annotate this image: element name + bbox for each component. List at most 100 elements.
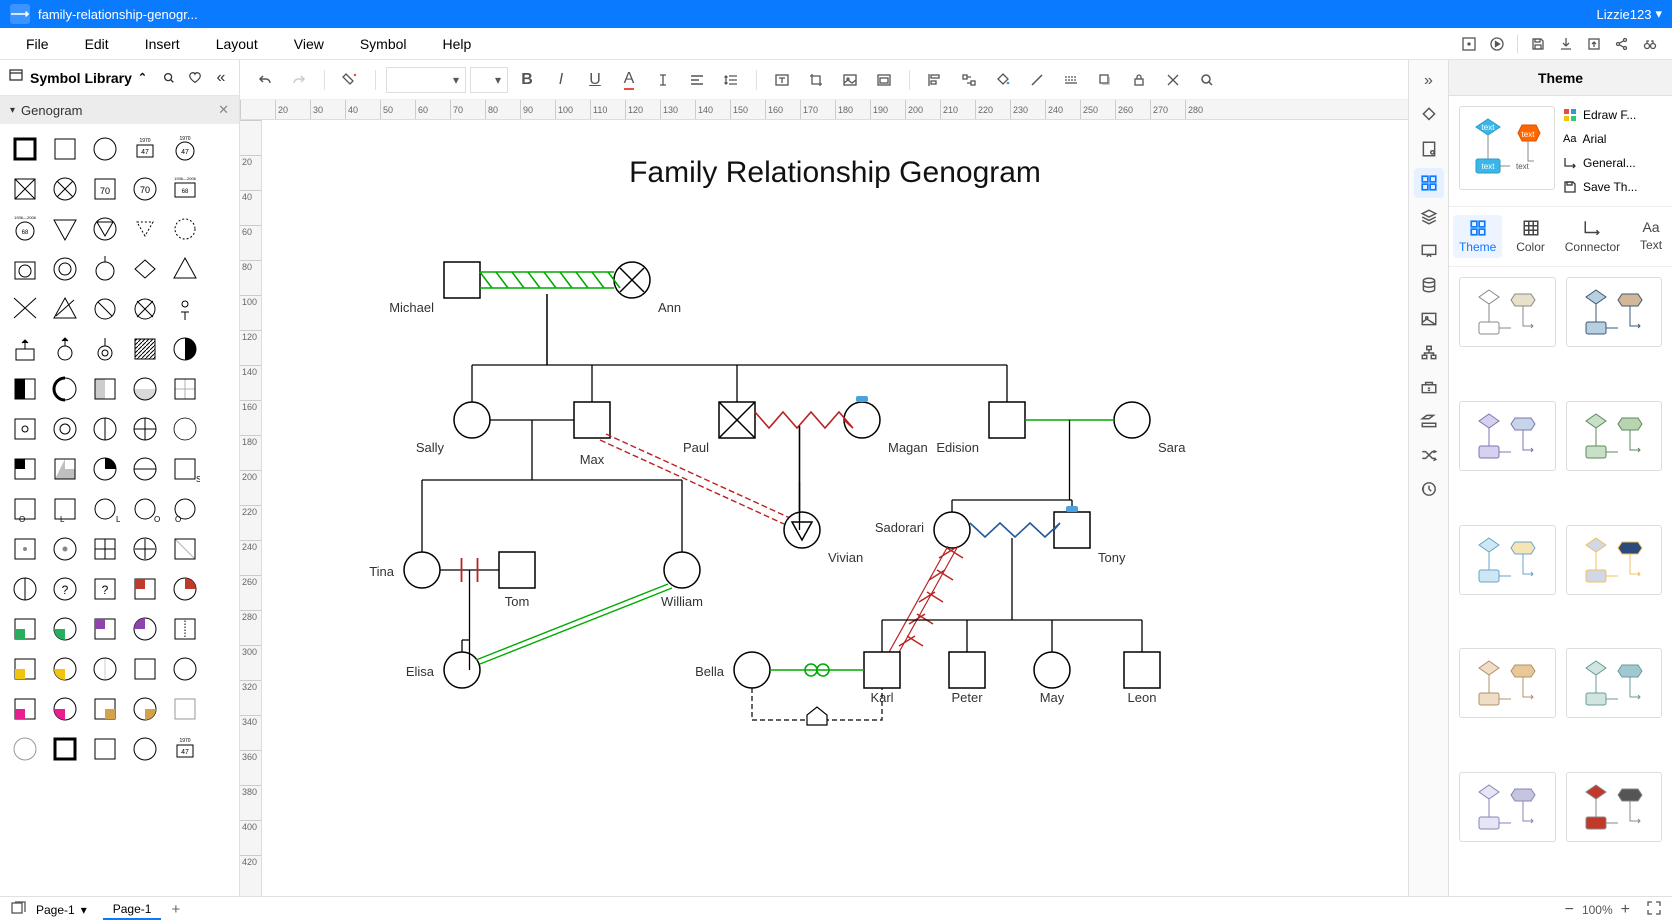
symbol-cell[interactable]	[128, 692, 162, 726]
menu-view[interactable]: View	[276, 30, 342, 58]
symbol-cell[interactable]	[168, 652, 202, 686]
theme-format-option[interactable]: Edraw F...	[1563, 106, 1662, 124]
symbol-cell[interactable]	[88, 332, 122, 366]
symbol-cell[interactable]: 70	[88, 172, 122, 206]
theme-card[interactable]	[1459, 525, 1556, 595]
symbol-cell[interactable]	[88, 292, 122, 326]
fill-color-button[interactable]	[988, 65, 1018, 95]
line-color-button[interactable]	[1022, 65, 1052, 95]
symbol-cell[interactable]	[8, 132, 42, 166]
menu-edit[interactable]: Edit	[67, 30, 127, 58]
heart-icon[interactable]	[185, 68, 205, 88]
italic-button[interactable]: I	[546, 65, 576, 95]
rail-tree-icon[interactable]	[1414, 338, 1444, 368]
share-icon[interactable]	[1608, 30, 1636, 58]
symbol-cell[interactable]	[128, 412, 162, 446]
symbol-cell[interactable]	[128, 212, 162, 246]
font-family-select[interactable]: ▾	[386, 67, 466, 93]
symbol-cell[interactable]	[88, 412, 122, 446]
theme-connector-option[interactable]: General...	[1563, 154, 1662, 172]
symbol-cell[interactable]: O	[168, 492, 202, 526]
symbol-cell[interactable]	[8, 572, 42, 606]
rail-expand-icon[interactable]: »	[1414, 66, 1444, 96]
symbol-cell[interactable]	[8, 372, 42, 406]
symbol-cell[interactable]	[8, 172, 42, 206]
symbol-cell[interactable]	[48, 212, 82, 246]
theme-card[interactable]	[1566, 648, 1663, 718]
symbol-cell[interactable]	[168, 532, 202, 566]
binoculars-icon[interactable]	[1636, 30, 1664, 58]
symbol-cell[interactable]	[88, 212, 122, 246]
undo-button[interactable]	[250, 65, 280, 95]
tab-text[interactable]: AaText	[1634, 215, 1668, 258]
symbol-cell[interactable]: 471970	[128, 132, 162, 166]
underline-button[interactable]: U	[580, 65, 610, 95]
align-left-button[interactable]	[682, 65, 712, 95]
save-icon[interactable]	[1524, 30, 1552, 58]
symbol-cell[interactable]	[8, 332, 42, 366]
symbol-cell[interactable]	[48, 532, 82, 566]
play-icon[interactable]	[1483, 30, 1511, 58]
symbol-cell[interactable]: 681936—2006	[168, 172, 202, 206]
download-icon[interactable]	[1552, 30, 1580, 58]
rail-ruler-icon[interactable]	[1414, 406, 1444, 436]
tab-connector[interactable]: Connector	[1559, 215, 1626, 258]
lock-button[interactable]	[1124, 65, 1154, 95]
rail-fill-icon[interactable]	[1414, 100, 1444, 130]
symbol-cell[interactable]	[48, 332, 82, 366]
pages-icon[interactable]	[10, 900, 26, 919]
symbol-cell[interactable]	[168, 252, 202, 286]
format-painter-button[interactable]	[335, 65, 365, 95]
symbol-cell[interactable]	[48, 372, 82, 406]
rail-history-icon[interactable]	[1414, 474, 1444, 504]
menu-insert[interactable]: Insert	[127, 30, 198, 58]
symbol-cell[interactable]	[168, 332, 202, 366]
symbol-cell[interactable]	[88, 372, 122, 406]
shadow-button[interactable]	[1090, 65, 1120, 95]
symbol-cell[interactable]	[88, 252, 122, 286]
menu-help[interactable]: Help	[425, 30, 490, 58]
export-icon[interactable]	[1580, 30, 1608, 58]
symbol-cell[interactable]	[48, 292, 82, 326]
font-color-button[interactable]: A	[614, 65, 644, 95]
symbol-cell[interactable]	[48, 132, 82, 166]
symbol-cell[interactable]	[48, 652, 82, 686]
symbol-cell[interactable]	[128, 372, 162, 406]
zoom-out-button[interactable]: −	[1565, 901, 1574, 919]
symbol-cell[interactable]	[128, 452, 162, 486]
symbol-cell[interactable]	[168, 412, 202, 446]
symbol-cell[interactable]	[88, 532, 122, 566]
symbol-cell[interactable]: O	[8, 492, 42, 526]
symbol-cell[interactable]: L	[88, 492, 122, 526]
rail-cloud-icon[interactable]	[1414, 372, 1444, 402]
rail-theme-icon[interactable]	[1414, 168, 1444, 198]
symbol-cell[interactable]	[8, 532, 42, 566]
symbol-cell[interactable]: S	[168, 452, 202, 486]
tab-theme[interactable]: Theme	[1453, 215, 1502, 258]
symbol-cell[interactable]	[8, 732, 42, 766]
symbol-cell[interactable]	[48, 452, 82, 486]
symbol-cell[interactable]	[128, 332, 162, 366]
symbol-cell[interactable]: ?	[48, 572, 82, 606]
symbol-cell[interactable]	[168, 212, 202, 246]
theme-card[interactable]	[1459, 401, 1556, 471]
symbol-cell[interactable]	[128, 612, 162, 646]
symbol-cell[interactable]	[8, 692, 42, 726]
user-menu[interactable]: Lizzie123 ▾	[1597, 6, 1662, 22]
symbol-cell[interactable]	[88, 132, 122, 166]
symbol-cell[interactable]	[168, 292, 202, 326]
rail-present-icon[interactable]	[1414, 236, 1444, 266]
canvas[interactable]: Family Relationship Genogram MichaelAnnS…	[262, 120, 1408, 896]
text-highlight-button[interactable]	[648, 65, 678, 95]
search-canvas-button[interactable]	[1192, 65, 1222, 95]
symbol-cell[interactable]	[48, 732, 82, 766]
symbol-cell[interactable]	[168, 572, 202, 606]
theme-card[interactable]	[1566, 772, 1663, 842]
image-button[interactable]	[835, 65, 865, 95]
symbol-cell[interactable]	[8, 292, 42, 326]
chevron-up-icon[interactable]: ⌃	[138, 71, 147, 84]
search-icon[interactable]	[159, 68, 179, 88]
symbol-cell[interactable]	[128, 732, 162, 766]
theme-card[interactable]	[1459, 277, 1556, 347]
symbol-cell[interactable]	[168, 692, 202, 726]
